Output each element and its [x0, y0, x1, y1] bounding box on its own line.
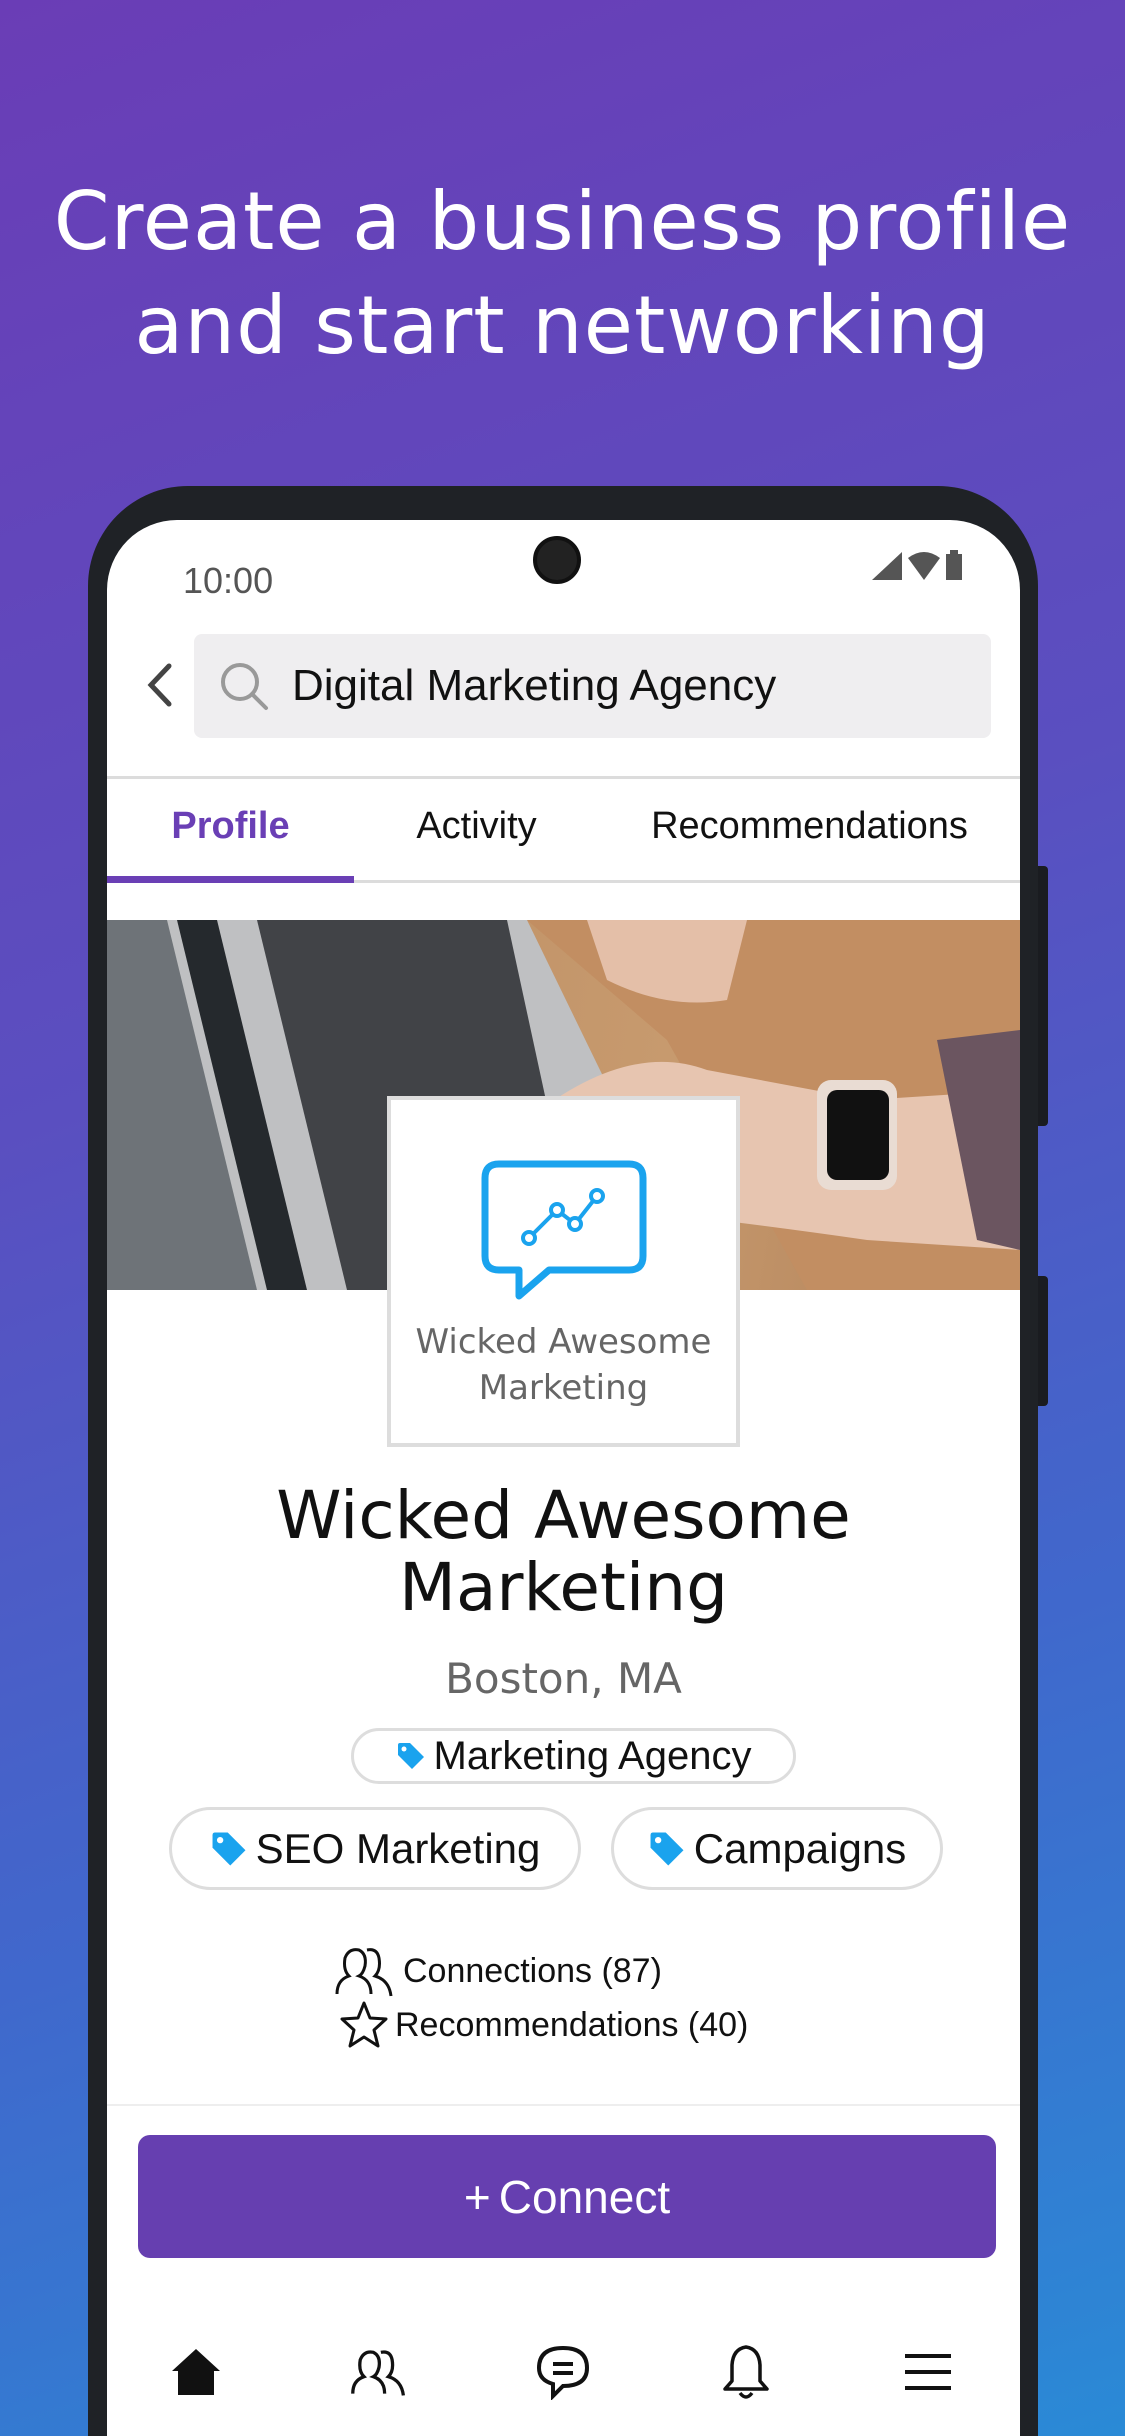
volume-button: [1038, 1276, 1048, 1406]
tag-icon: [650, 1832, 684, 1865]
wifi-icon: [908, 552, 940, 580]
signal-icon: [872, 552, 902, 580]
tag-label: Campaigns: [693, 1824, 907, 1872]
headline-line-2: and start networking: [134, 279, 991, 372]
search-icon: [221, 663, 268, 710]
chat-icon: [536, 2345, 590, 2400]
people-icon: [351, 2350, 406, 2396]
logo-text-2: Marketing: [478, 1368, 649, 1408]
plus-icon: +: [463, 2170, 491, 2223]
power-button: [1038, 866, 1048, 1126]
divider: [107, 2104, 1020, 2106]
tab-profile[interactable]: Profile: [107, 805, 354, 848]
status-icons: [872, 550, 962, 580]
tag-label: SEO Marketing: [255, 1824, 541, 1872]
status-time: 10:00: [183, 560, 274, 601]
nav-notifications[interactable]: [714, 2340, 778, 2404]
recommendations-text: Recommendations (40): [395, 2005, 749, 2044]
recommendations-link[interactable]: Recommendations (40): [339, 2000, 748, 2050]
battery-icon: [946, 550, 962, 580]
active-tab-indicator: [107, 876, 354, 883]
business-logo: Wicked Awesome Marketing: [387, 1096, 740, 1447]
chat-chart-logo-icon: [481, 1160, 646, 1300]
tag-chip[interactable]: Marketing Agency: [351, 1728, 796, 1784]
tag-icon: [212, 1832, 246, 1865]
logo-text-1: Wicked Awesome: [415, 1322, 712, 1362]
connections-link[interactable]: Connections (87): [333, 1944, 662, 1998]
tag-chip[interactable]: Campaigns: [611, 1807, 943, 1890]
back-icon[interactable]: [137, 660, 187, 710]
star-icon: [340, 2001, 388, 2048]
menu-icon: [905, 2354, 951, 2390]
tab-recommendations[interactable]: Recommendations: [599, 805, 1020, 848]
search-value: Digital Marketing Agency: [292, 661, 777, 710]
business-name-line-2: Marketing: [399, 1549, 728, 1626]
headline-line-1: Create a business profile: [53, 175, 1072, 268]
phone-screen: 10:00 Digital Marketing Agency Profile A…: [107, 520, 1020, 2436]
tag-icon: [397, 1743, 424, 1769]
business-name: Wicked Awesome Marketing: [107, 1480, 1020, 1624]
tag-label: Marketing Agency: [433, 1733, 752, 1778]
connect-label: Connect: [498, 2170, 671, 2223]
connections-text: Connections (87): [403, 1951, 662, 1990]
business-location: Boston, MA: [445, 1654, 682, 1703]
nav-home[interactable]: [164, 2340, 228, 2404]
search-input[interactable]: Digital Marketing Agency: [194, 634, 991, 738]
business-name-line-1: Wicked Awesome: [276, 1477, 851, 1554]
headline: Create a business profile and start netw…: [0, 170, 1125, 378]
tab-activity[interactable]: Activity: [354, 805, 599, 848]
camera: [533, 536, 581, 584]
nav-menu[interactable]: [896, 2340, 960, 2404]
people-icon: [335, 1948, 393, 1997]
connect-button[interactable]: + Connect: [138, 2135, 996, 2258]
home-icon: [172, 2349, 220, 2395]
divider: [107, 776, 1020, 779]
nav-messages[interactable]: [531, 2340, 595, 2404]
tag-chip[interactable]: SEO Marketing: [169, 1807, 581, 1890]
bell-icon: [723, 2345, 769, 2399]
nav-connections[interactable]: [347, 2340, 411, 2404]
